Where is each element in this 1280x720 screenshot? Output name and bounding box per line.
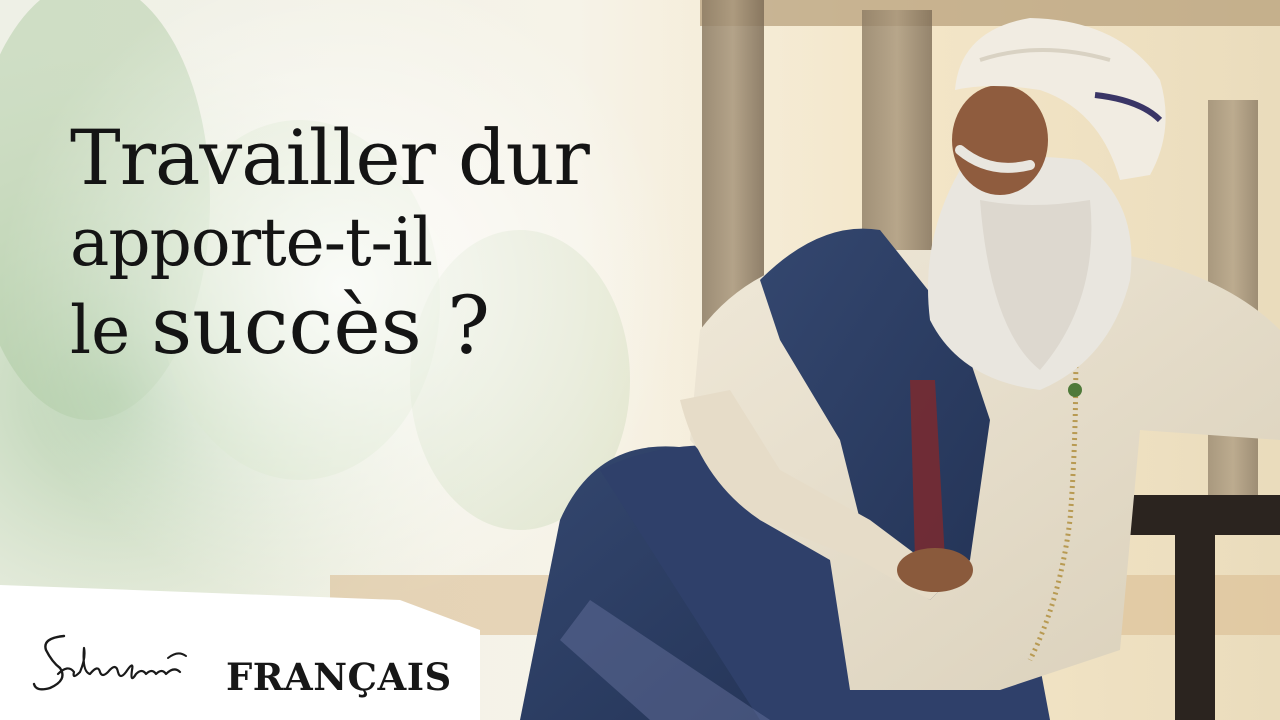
title-line-3: le succès ? [70, 286, 710, 366]
video-title: Travailler dur apporte-t-il le succès ? [70, 120, 710, 366]
sadhguru-signature-logo [32, 634, 187, 691]
title-line-1: Travailler dur [70, 113, 590, 202]
title-line-2: apporte-t-il [70, 204, 433, 281]
title-line-3-big: succès ? [151, 279, 491, 372]
language-label: FRANÇAIS [226, 655, 452, 699]
title-line-3-small: le [70, 292, 131, 369]
